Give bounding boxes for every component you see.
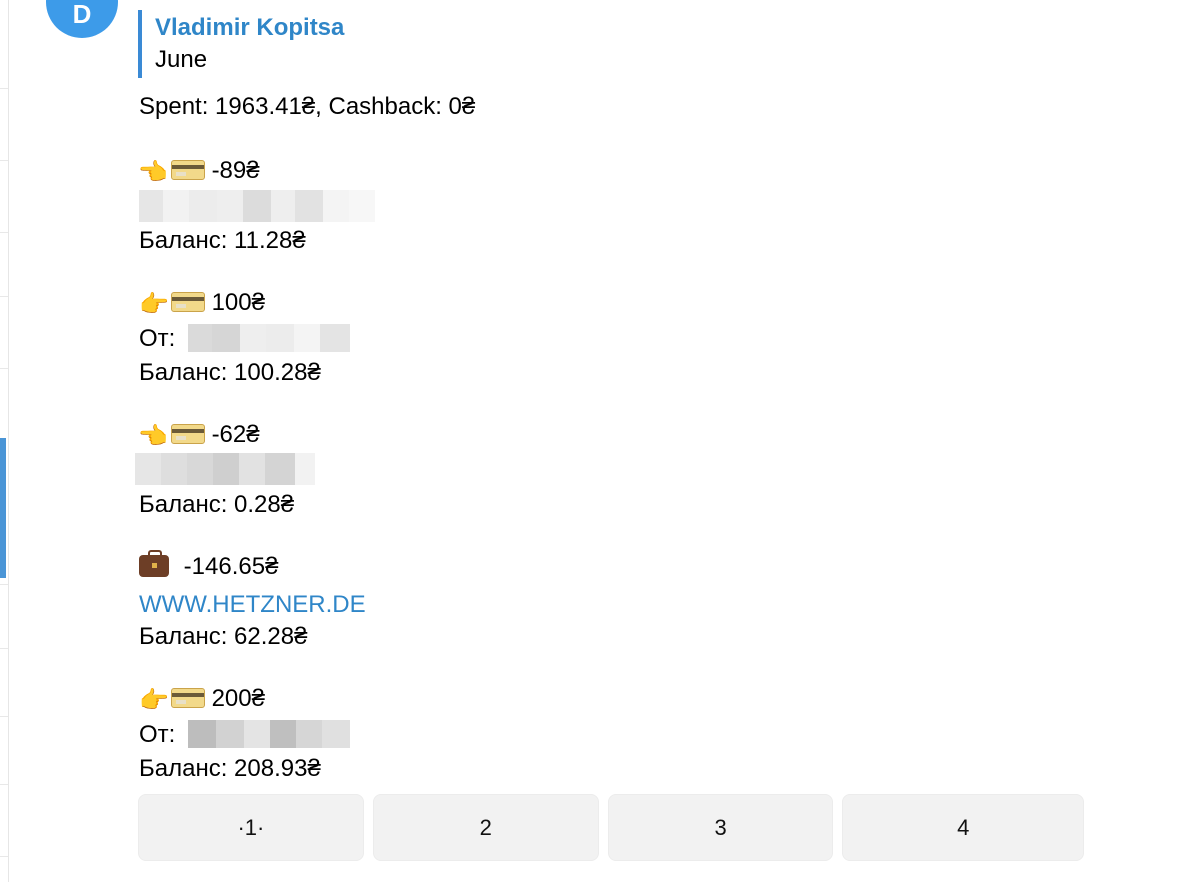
page-1-button[interactable]: ·1· [138,794,364,861]
transaction-2-amount: 100₴ [211,289,265,316]
credit-card-icon [170,292,205,312]
transaction-4-amount: -146.65₴ [183,553,279,580]
transaction-5-header: 👉 200₴ [139,684,265,716]
credit-card-icon [170,160,205,180]
page-3-button[interactable]: 3 [607,794,834,861]
transaction-5-amount: 200₴ [211,685,265,712]
pagination-keyboard: ·1· 2 3 4 [138,794,1084,861]
transaction-5-from-label: От: [139,721,176,748]
avatar[interactable]: D [46,0,118,38]
credit-card-icon [170,424,205,444]
page-4-button[interactable]: 4 [842,794,1084,861]
transaction-1-amount: -89₴ [211,157,260,184]
transaction-3-header: 👉 -62₴ [139,420,260,452]
active-chat-indicator[interactable] [0,438,6,578]
transaction-2-from-label: От: [139,325,176,352]
redacted-sender [188,720,350,748]
summary-text: Spent: 1963.41₴, Cashback: 0₴ [139,93,476,120]
transaction-2-balance: Баланс: 100.28₴ [139,359,321,386]
forwarded-subtitle: June [155,46,208,73]
chat-view: D Vladimir Kopitsa June Spent: 1963.41₴,… [0,0,1192,882]
hand-right-icon: 👉 [139,687,169,714]
transaction-4-header: -146.65₴ [139,550,279,582]
transaction-5-balance: Баланс: 208.93₴ [139,755,321,782]
page-2-button[interactable]: 2 [372,794,599,861]
redacted-merchant [135,453,315,485]
forwarded-from-name[interactable]: Vladimir Kopitsa [155,12,344,44]
hand-right-icon: 👉 [139,291,169,318]
transaction-3-balance: Баланс: 0.28₴ [139,491,295,518]
redacted-merchant [139,190,375,222]
transaction-1-header: 👉 -89₴ [139,156,260,188]
hand-left-icon: 👉 [139,159,169,186]
redacted-sender [188,324,350,352]
transaction-1-balance: Баланс: 11.28₴ [139,227,306,254]
merchant-link[interactable]: WWW.HETZNER.DE [139,590,366,620]
transaction-4-balance: Баланс: 62.28₴ [139,623,308,650]
hand-left-icon: 👉 [139,423,169,450]
forwarded-header[interactable]: Vladimir Kopitsa June [138,10,344,78]
transaction-2-header: 👉 100₴ [139,288,265,320]
avatar-letter: D [72,0,92,29]
briefcase-icon [139,550,169,577]
transaction-3-amount: -62₴ [211,421,260,448]
credit-card-icon [170,688,205,708]
